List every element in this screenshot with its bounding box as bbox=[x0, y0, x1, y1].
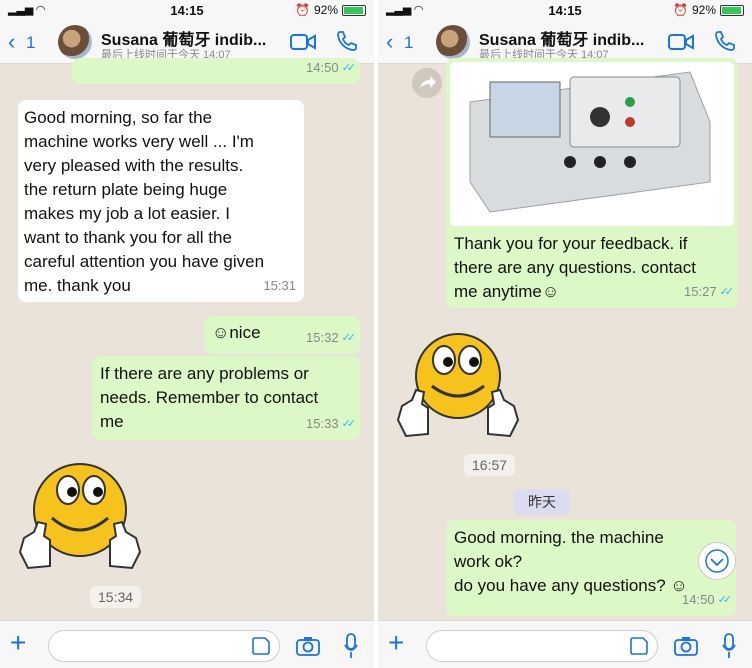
message-line: needs. Remember to contact bbox=[100, 388, 319, 407]
plus-icon[interactable]: + bbox=[388, 629, 404, 657]
message-time: 15:33 bbox=[306, 416, 339, 431]
video-call-icon[interactable] bbox=[290, 33, 316, 51]
read-ticks-icon: ✓✓ bbox=[341, 62, 357, 74]
status-bar: ▂▃▅ ◠ 14:15 ⏰ 92% bbox=[0, 0, 374, 20]
message-line: work ok? bbox=[454, 552, 523, 571]
read-ticks-icon: ✓✓ bbox=[717, 594, 733, 606]
outgoing-message[interactable]: Good morning. the machine work ok? do yo… bbox=[446, 520, 736, 616]
message-line: Good morning, so far the bbox=[24, 108, 213, 127]
read-ticks-icon: ✓✓ bbox=[341, 418, 357, 430]
camera-icon[interactable] bbox=[674, 635, 698, 657]
battery-icon bbox=[720, 4, 744, 16]
message-line: the return plate being huge bbox=[24, 180, 228, 199]
message-line: careful attention you have given bbox=[24, 252, 265, 271]
forward-button[interactable] bbox=[412, 68, 442, 98]
input-bar: + bbox=[0, 620, 374, 668]
alarm-icon: ⏰ bbox=[673, 3, 688, 17]
mic-icon[interactable] bbox=[344, 633, 358, 659]
message-line: Good morning. the machine bbox=[454, 528, 664, 547]
input-bar: + bbox=[378, 620, 752, 668]
phone-call-icon[interactable] bbox=[714, 30, 736, 52]
message-time: 15:32 bbox=[306, 330, 339, 345]
outgoing-message[interactable]: ☺nice 15:32 ✓✓ bbox=[204, 316, 360, 354]
read-ticks-icon: ✓✓ bbox=[341, 332, 357, 344]
scroll-to-bottom-button[interactable] bbox=[698, 542, 736, 580]
message-input[interactable] bbox=[48, 630, 280, 662]
battery-percent: 92% bbox=[691, 3, 716, 17]
back-chevron-icon[interactable]: ‹ bbox=[8, 29, 15, 55]
message-line: machine works very well ... I'm bbox=[24, 132, 254, 151]
chat-panel-left: ▂▃▅ ◠ 14:15 ⏰ 92% ‹ 1 Susana 葡萄牙 indib..… bbox=[0, 0, 374, 668]
forward-arrow-icon bbox=[420, 76, 436, 88]
message-time: 14:50 bbox=[306, 60, 339, 75]
avatar[interactable] bbox=[436, 25, 470, 59]
day-separator: 昨天 bbox=[514, 489, 570, 515]
outgoing-image-message[interactable]: Thank you for your feedback. if there ar… bbox=[446, 58, 738, 308]
message-line: want to thank you for all the bbox=[24, 228, 232, 247]
battery-icon bbox=[342, 4, 366, 16]
plus-icon[interactable]: + bbox=[10, 629, 26, 657]
message-time: 14:50 bbox=[682, 592, 715, 607]
video-call-icon[interactable] bbox=[668, 33, 694, 51]
status-bar: ▂▃▅ ◠ 14:15 ⏰ 92% bbox=[378, 0, 752, 20]
thumbs-up-smiley-sticker[interactable] bbox=[16, 462, 144, 578]
read-ticks-icon: ✓✓ bbox=[719, 286, 735, 298]
machine-photo[interactable] bbox=[450, 62, 734, 226]
sticker-icon[interactable] bbox=[630, 637, 648, 655]
sticker-time: 16:57 bbox=[464, 454, 516, 476]
sticker-time: 15:34 bbox=[90, 586, 142, 608]
camera-icon[interactable] bbox=[296, 635, 320, 657]
back-unread-count[interactable]: 1 bbox=[26, 33, 35, 53]
battery-percent: 92% bbox=[313, 3, 338, 17]
message-line: very pleased with the results. bbox=[24, 156, 244, 175]
back-unread-count[interactable]: 1 bbox=[404, 33, 413, 53]
phone-call-icon[interactable] bbox=[336, 30, 358, 52]
message-time: 15:27 bbox=[684, 284, 717, 299]
message-input[interactable] bbox=[426, 630, 658, 662]
outgoing-message[interactable]: If there are any problems or needs. Reme… bbox=[92, 356, 360, 440]
incoming-message[interactable]: Good morning, so far the machine works v… bbox=[18, 100, 304, 302]
message-line: me. thank you bbox=[24, 276, 131, 295]
message-bubble-partial[interactable]: 14:50 ✓✓ bbox=[72, 58, 360, 84]
message-line: makes my job a lot easier. I bbox=[24, 204, 230, 223]
message-text: ☺nice bbox=[212, 323, 261, 342]
mic-icon[interactable] bbox=[722, 633, 736, 659]
message-time: 15:31 bbox=[263, 278, 296, 293]
sticker-icon[interactable] bbox=[252, 637, 270, 655]
chat-panel-right: ▂▃▅ ◠ 14:15 ⏰ 92% ‹ 1 Susana 葡萄牙 indib..… bbox=[378, 0, 752, 668]
thumbs-up-smiley-sticker[interactable] bbox=[394, 330, 522, 446]
avatar[interactable] bbox=[58, 25, 92, 59]
alarm-icon: ⏰ bbox=[295, 3, 310, 17]
chevron-down-icon bbox=[705, 549, 729, 573]
back-chevron-icon[interactable]: ‹ bbox=[386, 29, 393, 55]
message-line: If there are any problems or bbox=[100, 364, 309, 383]
message-line: Thank you for your feedback. if bbox=[454, 234, 688, 253]
message-line: there are any questions. contact bbox=[454, 258, 696, 277]
